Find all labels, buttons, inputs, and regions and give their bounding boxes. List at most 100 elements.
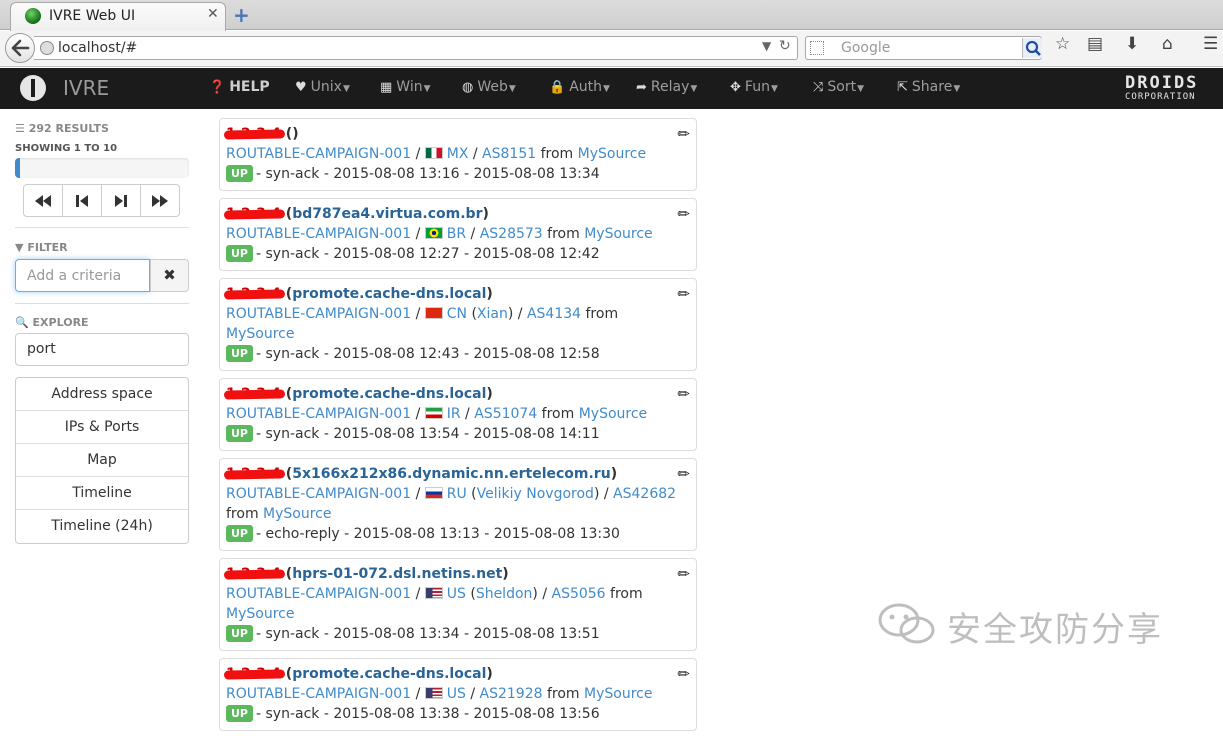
hostname-link[interactable]: 5x166x212x86.dynamic.nn.ertelecom.ru: [292, 466, 610, 482]
country-link[interactable]: US: [447, 686, 466, 702]
source-link[interactable]: MySource: [226, 606, 294, 622]
edit-pencil-icon[interactable]: ✏: [677, 384, 690, 404]
downloads-icon[interactable]: ⬇: [1125, 34, 1139, 54]
hostname-link[interactable]: promote.cache-dns.local: [292, 666, 486, 682]
source-link[interactable]: MySource: [584, 686, 652, 702]
explore-timeline-24h[interactable]: Timeline (24h): [16, 510, 188, 543]
menu-auth[interactable]: 🔒 Auth▼: [549, 79, 610, 95]
search-engine-icon[interactable]: [810, 41, 824, 55]
category-link[interactable]: ROUTABLE-CAMPAIGN-001: [226, 406, 411, 422]
redacted-ip-address[interactable]: 1.2.3.4: [226, 204, 281, 224]
edit-pencil-icon[interactable]: ✏: [677, 464, 690, 484]
as-link[interactable]: AS51074: [474, 406, 537, 422]
hostname-link[interactable]: promote.cache-dns.local: [292, 386, 486, 402]
redacted-ip-address[interactable]: 1.2.3.4: [226, 284, 281, 304]
country-link[interactable]: RU: [447, 486, 467, 502]
redacted-ip-address[interactable]: 1.2.3.4: [226, 384, 281, 404]
menu-help[interactable]: ❓ HELP: [209, 79, 270, 95]
country-link[interactable]: US: [447, 586, 466, 602]
hostname-link[interactable]: bd787ea4.virtua.com.br: [292, 206, 482, 222]
url-text[interactable]: localhost/#: [58, 40, 137, 56]
explore-ips-ports[interactable]: IPs & Ports: [16, 411, 188, 444]
as-link[interactable]: AS8151: [482, 146, 536, 162]
edit-pencil-icon[interactable]: ✏: [677, 204, 690, 224]
source-link[interactable]: MySource: [226, 326, 294, 342]
clear-filter-button[interactable]: ✖: [150, 259, 189, 292]
explore-field-select[interactable]: port: [15, 333, 189, 366]
country-link[interactable]: BR: [447, 226, 466, 242]
tab-close-icon[interactable]: ✕: [207, 6, 219, 22]
ip-address[interactable]: 1.2.3.4: [226, 386, 281, 402]
edit-pencil-icon[interactable]: ✏: [677, 124, 690, 144]
new-tab-button[interactable]: +: [233, 3, 250, 27]
source-link[interactable]: MySource: [584, 226, 652, 242]
category-link[interactable]: ROUTABLE-CAMPAIGN-001: [226, 146, 411, 162]
search-bar[interactable]: Google: [805, 36, 1042, 60]
redacted-ip-address[interactable]: 1.2.3.4: [226, 564, 281, 584]
city-link[interactable]: Xian: [477, 306, 508, 322]
site-identity-icon[interactable]: [40, 41, 54, 55]
url-history-dropdown-icon[interactable]: ▼: [762, 39, 771, 53]
search-placeholder[interactable]: Google: [841, 40, 890, 56]
ip-address[interactable]: 1.2.3.4: [226, 126, 281, 142]
as-link[interactable]: AS4134: [527, 306, 581, 322]
home-icon[interactable]: ⌂: [1162, 34, 1173, 54]
explore-map[interactable]: Map: [16, 444, 188, 477]
previous-page-button[interactable]: [63, 185, 102, 216]
category-link[interactable]: ROUTABLE-CAMPAIGN-001: [226, 226, 411, 242]
brand-title[interactable]: IVRE: [63, 76, 109, 100]
category-link[interactable]: ROUTABLE-CAMPAIGN-001: [226, 686, 411, 702]
ip-address[interactable]: 1.2.3.4: [226, 566, 281, 582]
menu-unix[interactable]: ♥ Unix▼: [295, 79, 350, 95]
hostname-link[interactable]: promote.cache-dns.local: [292, 286, 486, 302]
source-link[interactable]: MySource: [263, 506, 331, 522]
redacted-ip-address[interactable]: 1.2.3.4: [226, 664, 281, 684]
ip-address[interactable]: 1.2.3.4: [226, 666, 281, 682]
url-bar[interactable]: localhost/# ▼ ↻: [34, 36, 798, 60]
menu-sort[interactable]: ⤨ Sort▼: [813, 79, 864, 95]
last-page-button[interactable]: [141, 185, 179, 216]
menu-fun[interactable]: ✥ Fun▼: [730, 79, 778, 95]
as-link[interactable]: AS42682: [613, 486, 676, 502]
bookmarks-list-icon[interactable]: ▤: [1087, 34, 1103, 54]
droids-corporation-logo[interactable]: DROIDS CORPORATION: [1125, 74, 1198, 102]
ip-address[interactable]: 1.2.3.4: [226, 206, 281, 222]
redacted-ip-address[interactable]: 1.2.3.4: [226, 124, 281, 144]
menu-web[interactable]: ◍ Web▼: [462, 79, 516, 95]
search-go-button[interactable]: [1022, 38, 1042, 58]
bookmark-star-icon[interactable]: ☆: [1055, 34, 1070, 54]
first-page-button[interactable]: [24, 185, 63, 216]
source-link[interactable]: MySource: [579, 406, 647, 422]
country-link[interactable]: CN: [447, 306, 467, 322]
filter-criteria-input[interactable]: [15, 259, 150, 292]
category-link[interactable]: ROUTABLE-CAMPAIGN-001: [226, 586, 411, 602]
redacted-ip-address[interactable]: 1.2.3.4: [226, 464, 281, 484]
back-button[interactable]: [5, 33, 35, 63]
menu-share[interactable]: ⇱ Share▼: [897, 79, 960, 95]
ip-address[interactable]: 1.2.3.4: [226, 286, 281, 302]
ivre-logo-icon[interactable]: [20, 75, 46, 101]
country-link[interactable]: MX: [447, 146, 469, 162]
city-link[interactable]: Sheldon: [476, 586, 533, 602]
ip-address[interactable]: 1.2.3.4: [226, 466, 281, 482]
menu-win[interactable]: ▦ Win▼: [380, 79, 431, 95]
edit-pencil-icon[interactable]: ✏: [677, 664, 690, 684]
edit-pencil-icon[interactable]: ✏: [677, 564, 690, 584]
city-link[interactable]: Velikiy Novgorod: [477, 486, 594, 502]
country-link[interactable]: IR: [447, 406, 461, 422]
browser-tab[interactable]: IVRE Web UI ✕: [10, 2, 226, 31]
next-page-button[interactable]: [102, 185, 141, 216]
category-link[interactable]: ROUTABLE-CAMPAIGN-001: [226, 486, 411, 502]
hostname-link[interactable]: hprs-01-072.dsl.netins.net: [292, 566, 502, 582]
explore-timeline[interactable]: Timeline: [16, 477, 188, 510]
as-link[interactable]: AS5056: [552, 586, 606, 602]
explore-address-space[interactable]: Address space: [16, 378, 188, 411]
source-link[interactable]: MySource: [578, 146, 646, 162]
as-link[interactable]: AS21928: [480, 686, 543, 702]
edit-pencil-icon[interactable]: ✏: [677, 284, 690, 304]
menu-icon[interactable]: ☰: [1203, 34, 1218, 54]
menu-relay[interactable]: ➦ Relay▼: [636, 79, 697, 95]
as-link[interactable]: AS28573: [480, 226, 543, 242]
reload-icon[interactable]: ↻: [779, 38, 791, 54]
category-link[interactable]: ROUTABLE-CAMPAIGN-001: [226, 306, 411, 322]
